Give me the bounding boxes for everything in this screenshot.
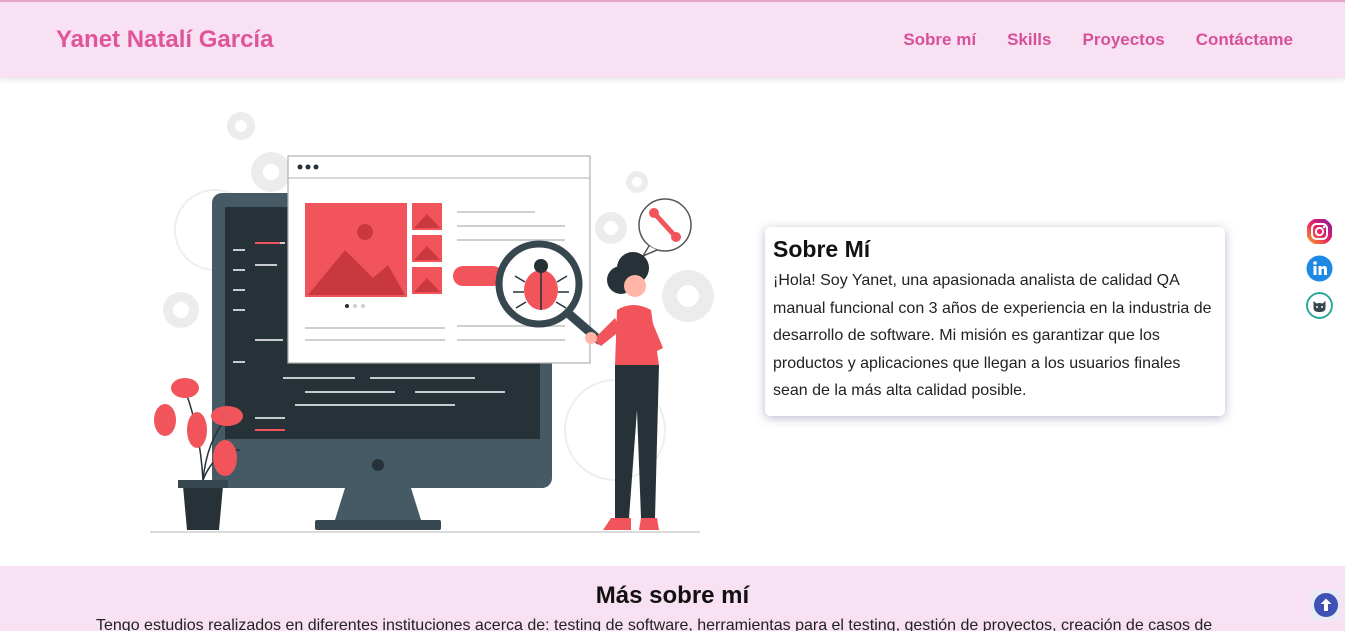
nav-link-skills[interactable]: Skills: [1007, 30, 1051, 50]
more-about-title: Más sobre mí: [595, 582, 750, 609]
scroll-to-top-button[interactable]: [1311, 590, 1341, 620]
navbar: Yanet Natalí García Sobre mí Skills Proy…: [0, 2, 1345, 78]
linkedin-icon[interactable]: [1306, 255, 1333, 282]
more-about-section: Más sobre mí Tengo estudios realizados e…: [0, 566, 1345, 631]
arrow-up-icon: [1314, 593, 1338, 617]
social-links: [1306, 218, 1333, 319]
nav-link-sobre-mi[interactable]: Sobre mí: [903, 30, 976, 50]
nav-links: Sobre mí Skills Proyectos Contáctame: [903, 30, 1293, 50]
nav-link-proyectos[interactable]: Proyectos: [1082, 30, 1164, 50]
about-title: Sobre Mí: [773, 236, 871, 262]
about-card: Sobre Mí ¡Hola! Soy Yanet, una apasionad…: [765, 227, 1225, 416]
more-about-text: Tengo estudios realizados en diferentes …: [96, 617, 1213, 631]
about-text: ¡Hola! Soy Yanet, una apasionada analist…: [773, 272, 1212, 399]
github-icon[interactable]: [1306, 292, 1333, 319]
qa-testing-illustration: [150, 112, 714, 533]
instagram-icon[interactable]: [1306, 218, 1333, 245]
brand-name[interactable]: Yanet Natalí García: [56, 26, 273, 54]
nav-link-contactame[interactable]: Contáctame: [1196, 30, 1293, 50]
